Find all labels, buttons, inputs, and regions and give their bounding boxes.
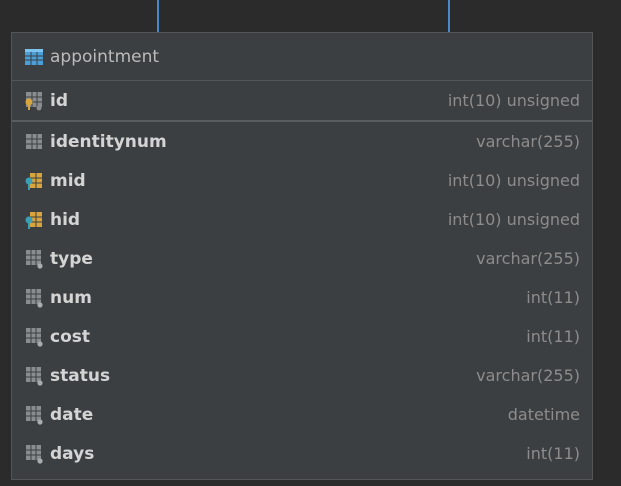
- column-name: type: [50, 248, 93, 269]
- column-row-cost[interactable]: cost int(11): [12, 317, 592, 356]
- column-type: varchar(255): [476, 132, 580, 151]
- column-type: datetime: [507, 405, 580, 424]
- nullable-column-icon: [24, 405, 44, 425]
- column-name: hid: [50, 209, 81, 230]
- column-type: int(10) unsigned: [447, 171, 580, 190]
- table-header[interactable]: appointment: [12, 33, 592, 81]
- column-name: status: [50, 365, 111, 386]
- column-row-identitynum[interactable]: identitynum varchar(255): [12, 122, 592, 161]
- table-title: appointment: [50, 46, 160, 67]
- column-type: int(11): [526, 288, 580, 307]
- column-row-id[interactable]: id int(10) unsigned: [12, 81, 592, 120]
- relation-connector-line: [157, 0, 159, 32]
- nullable-column-icon: [24, 288, 44, 308]
- column-name: date: [50, 404, 94, 425]
- column-row-mid[interactable]: mid int(10) unsigned: [12, 161, 592, 200]
- column-row-hid[interactable]: hid int(10) unsigned: [12, 200, 592, 239]
- column-icon: [24, 132, 44, 152]
- column-type: int(10) unsigned: [447, 210, 580, 229]
- column-row-num[interactable]: num int(11): [12, 278, 592, 317]
- column-name: mid: [50, 170, 86, 191]
- column-type: int(11): [526, 444, 580, 463]
- primary-key-column-icon: [24, 91, 44, 111]
- nullable-column-icon: [24, 249, 44, 269]
- foreign-key-column-icon: [24, 210, 44, 230]
- column-name: num: [50, 287, 92, 308]
- column-type: varchar(255): [476, 249, 580, 268]
- relation-connector-line: [448, 0, 450, 32]
- column-type: varchar(255): [476, 366, 580, 385]
- table-entity-appointment[interactable]: appointment id int(10) unsigned identity…: [11, 32, 593, 480]
- table-icon: [24, 47, 44, 67]
- primary-key-section: id int(10) unsigned: [12, 81, 592, 122]
- nullable-column-icon: [24, 366, 44, 386]
- column-row-status[interactable]: status varchar(255): [12, 356, 592, 395]
- column-row-date[interactable]: date datetime: [12, 395, 592, 434]
- nullable-column-icon: [24, 444, 44, 464]
- nullable-column-icon: [24, 327, 44, 347]
- column-type: int(10) unsigned: [447, 91, 580, 110]
- column-name: id: [50, 90, 68, 111]
- column-name: days: [50, 443, 95, 464]
- column-name: cost: [50, 326, 91, 347]
- column-row-type[interactable]: type varchar(255): [12, 239, 592, 278]
- column-row-days[interactable]: days int(11): [12, 434, 592, 473]
- column-type: int(11): [526, 327, 580, 346]
- diagram-canvas: appointment id int(10) unsigned identity…: [0, 0, 621, 486]
- foreign-key-column-icon: [24, 171, 44, 191]
- column-name: identitynum: [50, 131, 167, 152]
